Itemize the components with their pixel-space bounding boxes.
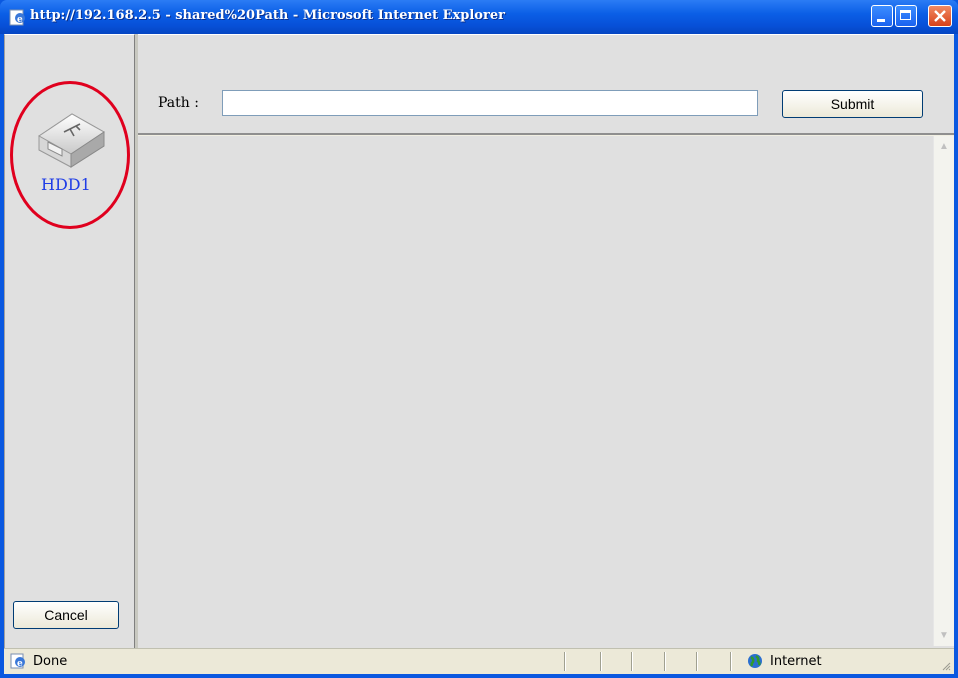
svg-text:e: e bbox=[17, 659, 23, 669]
minimize-button[interactable] bbox=[871, 5, 893, 27]
drive-list-pane: HDD1 Cancel bbox=[4, 34, 135, 648]
browser-window: e http://192.168.2.5 - shared%20Path - M… bbox=[0, 0, 958, 678]
status-divider bbox=[564, 652, 566, 671]
status-divider bbox=[696, 652, 698, 671]
globe-icon bbox=[748, 654, 762, 668]
status-text: Done bbox=[33, 654, 68, 669]
status-bar: e Done Internet bbox=[4, 648, 954, 674]
annotation-circle bbox=[10, 81, 130, 229]
cancel-button[interactable]: Cancel bbox=[13, 601, 119, 629]
vertical-scrollbar[interactable]: ▲ ▼ bbox=[933, 136, 954, 646]
security-zone-text: Internet bbox=[770, 654, 822, 669]
scroll-down-icon[interactable]: ▼ bbox=[936, 627, 952, 644]
close-icon bbox=[934, 10, 946, 22]
scroll-up-icon[interactable]: ▲ bbox=[936, 138, 952, 155]
status-divider bbox=[600, 652, 602, 671]
resize-grip-icon[interactable] bbox=[941, 661, 951, 671]
ie-page-icon: e bbox=[9, 9, 25, 26]
path-toolbar: Path : Submit bbox=[138, 34, 954, 135]
status-divider bbox=[664, 652, 666, 671]
folder-content-area bbox=[138, 136, 954, 648]
svg-text:e: e bbox=[17, 15, 23, 25]
status-divider bbox=[730, 652, 732, 671]
window-title: http://192.168.2.5 - shared%20Path - Mic… bbox=[30, 8, 505, 23]
close-button[interactable] bbox=[928, 5, 952, 27]
maximize-button[interactable] bbox=[895, 5, 917, 27]
submit-button[interactable]: Submit bbox=[782, 90, 923, 118]
browser-client-area: HDD1 Cancel Path : Submit ▲ ▼ bbox=[4, 34, 954, 648]
ie-page-icon: e bbox=[10, 653, 25, 669]
path-label: Path : bbox=[158, 95, 199, 111]
status-divider bbox=[631, 652, 633, 671]
path-input[interactable] bbox=[222, 90, 758, 116]
title-bar[interactable]: e http://192.168.2.5 - shared%20Path - M… bbox=[0, 0, 958, 34]
